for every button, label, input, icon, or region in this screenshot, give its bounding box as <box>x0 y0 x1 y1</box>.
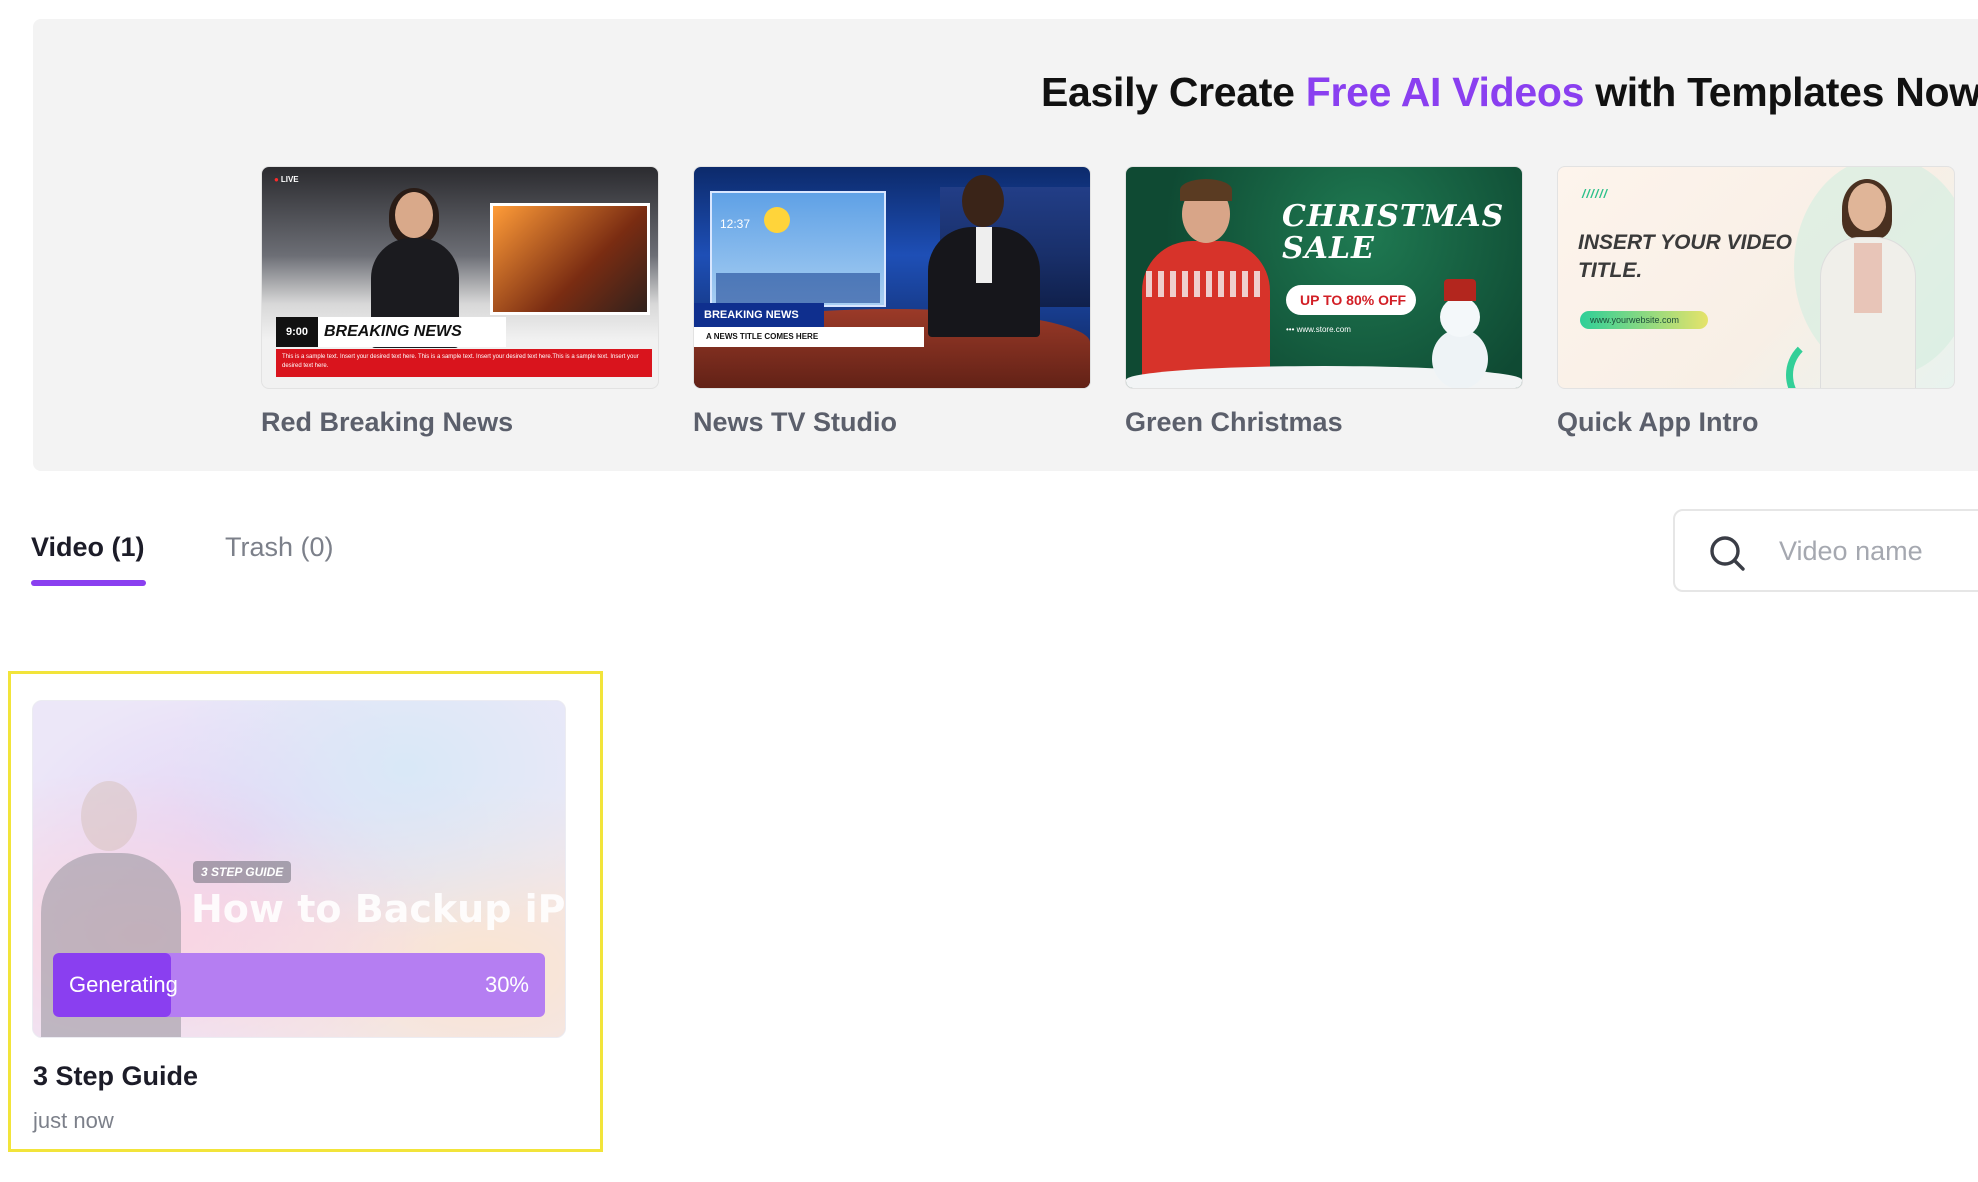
generation-progress-bar: Generating 30% <box>53 953 545 1017</box>
template-name[interactable]: Quick App Intro <box>1557 407 1955 438</box>
template-card-quick-app-intro[interactable]: ////// INSERT YOUR VIDEO TITLE. www.your… <box>1557 166 1955 438</box>
christmas-sale-title: CHRISTMAS SALE <box>1282 199 1505 266</box>
news-inset-image <box>490 203 650 315</box>
template-thumbnail[interactable]: ////// INSERT YOUR VIDEO TITLE. www.your… <box>1557 166 1955 389</box>
progress-status: Generating <box>69 972 178 997</box>
progress-percent: 30% <box>484 972 529 997</box>
video-title[interactable]: 3 Step Guide <box>33 1061 198 1092</box>
intro-title: INSERT YOUR VIDEO TITLE. <box>1578 231 1792 282</box>
news-subtitle: A NEWS TITLE COMES HERE <box>694 327 924 347</box>
breaking-news-label: BREAKING NEWS <box>694 303 824 327</box>
website-pill: www.yourwebsite.com <box>1580 311 1708 329</box>
offer-pill: UP TO 80% OFF <box>1286 285 1416 315</box>
weather-time: 12:37 <box>720 217 751 231</box>
live-badge: LIVE <box>274 175 299 184</box>
decorative-ticks: ////// <box>1582 187 1609 201</box>
presenter-figure <box>1136 179 1276 388</box>
template-name[interactable]: Green Christmas <box>1125 407 1523 438</box>
templates-banner: Easily Create Free AI Videos with Templa… <box>33 19 1978 471</box>
video-thumbnail[interactable]: 3 STEP GUIDE How to Backup iPad Generati… <box>32 700 566 1038</box>
sun-icon <box>764 207 790 233</box>
template-card-news-tv-studio[interactable]: 12:37 BREAKING NEWS A NEWS TITLE COMES H… <box>693 166 1091 438</box>
active-tab-indicator <box>31 580 146 586</box>
template-thumbnail[interactable]: CHRISTMAS SALE UP TO 80% OFF ••• www.sto… <box>1125 166 1523 389</box>
tab-video[interactable]: Video (1) <box>31 532 145 563</box>
search-input[interactable] <box>1779 529 1978 573</box>
news-ticker: This is a sample text. Insert your desir… <box>276 349 652 377</box>
search-icon[interactable] <box>1707 533 1747 573</box>
template-name[interactable]: News TV Studio <box>693 407 1091 438</box>
template-card-green-christmas[interactable]: CHRISTMAS SALE UP TO 80% OFF ••• www.sto… <box>1125 166 1523 438</box>
template-thumbnail[interactable]: 12:37 BREAKING NEWS A NEWS TITLE COMES H… <box>693 166 1091 389</box>
news-clock: 9:00 <box>276 317 318 347</box>
template-name[interactable]: Red Breaking News <box>261 407 659 438</box>
banner-title: Easily Create Free AI Videos with Templa… <box>1041 69 1978 115</box>
template-thumbnail[interactable]: LIVE BREAKING NEWS 9:00 This is a sample… <box>261 166 659 389</box>
guide-tag: 3 STEP GUIDE <box>193 861 292 883</box>
banner-title-highlight: Free AI Videos <box>1305 69 1585 115</box>
template-card-red-breaking-news[interactable]: LIVE BREAKING NEWS 9:00 This is a sample… <box>261 166 659 438</box>
presenter-figure <box>1808 179 1928 388</box>
snowman-icon <box>1426 279 1490 388</box>
weather-screen: 12:37 <box>710 191 886 307</box>
video-timestamp: just now <box>33 1108 114 1133</box>
store-url: ••• www.store.com <box>1286 325 1351 334</box>
thumbnail-headline: How to Backup iPad <box>191 887 565 931</box>
presenter-figure <box>924 175 1044 337</box>
search-box[interactable] <box>1673 509 1978 592</box>
tab-trash[interactable]: Trash (0) <box>225 532 334 563</box>
